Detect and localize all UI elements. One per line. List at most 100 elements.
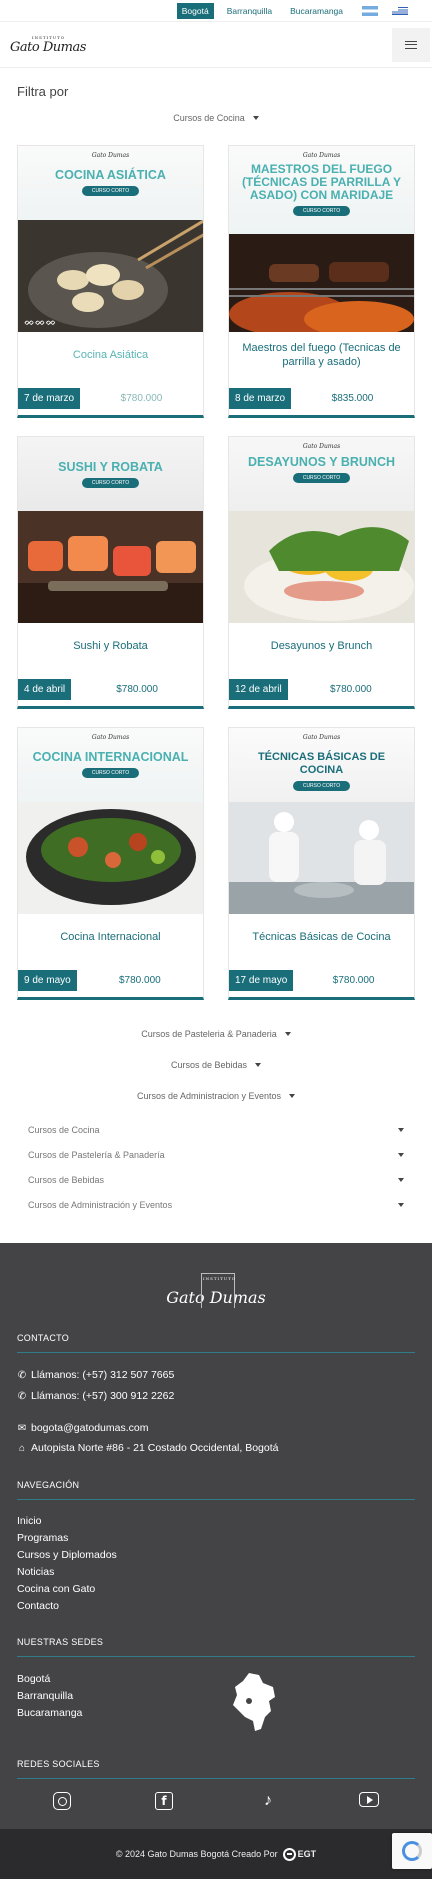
image-logo: Gato Dumas [91, 734, 130, 741]
course-card[interactable]: Gato Dumas DESAYUNOS Y BRUNCH CURSO CORT… [228, 436, 415, 709]
image-title: DESAYUNOS Y BRUNCH [247, 455, 396, 469]
social-heading: REDES SOCIALES [17, 1759, 415, 1779]
phone-text: Llámanos: (+57) 312 507 7665 [31, 1369, 175, 1381]
dumplings-photo: ᨖᨖᨖ [18, 220, 203, 332]
course-image[interactable]: Gato Dumas COCINA INTERNACIONAL CURSO CO… [18, 728, 203, 914]
course-image[interactable]: Gato Dumas COCINA ASIÁTICA CURSO CORTO ᨖ… [18, 146, 203, 332]
course-name[interactable]: Sushi y Robata [18, 623, 203, 669]
course-name[interactable]: Desayunos y Brunch [229, 623, 414, 669]
agency-name: EGT [297, 1849, 317, 1859]
course-price: $780.000 [120, 393, 163, 404]
city-link-bucaramanga[interactable]: Bucaramanga [285, 3, 348, 19]
dropdown-administracion[interactable]: Cursos de Administracion y Eventos [0, 1080, 432, 1111]
bowl-photo [18, 802, 203, 914]
image-logo: Gato Dumas [302, 443, 341, 450]
address-text: Autopista Norte #86 - 21 Costado Occiden… [31, 1442, 279, 1454]
course-image[interactable]: Gato Dumas DESAYUNOS Y BRUNCH CURSO CORT… [229, 437, 414, 623]
caret-down-icon [289, 1093, 296, 1098]
city-link-bogota[interactable]: Bogotá [176, 2, 214, 19]
city-selector-bar: Bogotá Barranquilla Bucaramanga [0, 0, 432, 22]
filter-title: Filtra por [17, 84, 69, 99]
course-name[interactable]: Maestros del fuego (Tecnicas de parrilla… [229, 332, 414, 378]
nav-link-programas[interactable]: Programas [17, 1532, 68, 1544]
instagram-icon[interactable] [53, 1792, 71, 1810]
nav-link-contacto[interactable]: Contacto [17, 1600, 59, 1612]
uruguay-flag-icon[interactable] [392, 5, 408, 16]
argentina-flag-icon[interactable] [362, 5, 378, 16]
footer-logo[interactable]: INSTITUTO Gato Dumas [165, 1273, 267, 1308]
accordion-item-pasteleria[interactable]: Cursos de Pastelería & Panadería [28, 1142, 404, 1167]
sede-link-barranquilla[interactable]: Barranquilla [17, 1690, 73, 1702]
course-card[interactable]: Gato Dumas TÉCNICAS BÁSICAS DE COCINA CU… [228, 727, 415, 1000]
accordion-label: Cursos de Administración y Eventos [28, 1199, 173, 1210]
nav-link-cursos[interactable]: Cursos y Diplomados [17, 1549, 117, 1561]
image-pill: CURSO CORTO [292, 473, 351, 483]
course-name[interactable]: Cocina Asiática [18, 332, 203, 378]
course-image[interactable]: Gato Dumas TÉCNICAS BÁSICAS DE COCINA CU… [229, 728, 414, 914]
image-logo: Gato Dumas [302, 152, 341, 159]
email-link[interactable]: ✉ bogota@gatodumas.com [17, 1422, 149, 1434]
caret-down-icon [284, 1031, 291, 1036]
course-card[interactable]: SUSHI Y ROBATA CURSO CORTO Sushi y Robat… [17, 436, 204, 709]
nav-link-cocina-con-gato[interactable]: Cocina con Gato [17, 1583, 95, 1595]
sede-link-bucaramanga[interactable]: Bucaramanga [17, 1707, 82, 1719]
image-title: COCINA ASIÁTICA [55, 168, 166, 182]
dropdown-pasteleria[interactable]: Cursos de Pasteleria & Panaderia [0, 1018, 432, 1049]
category-dropdowns: Cursos de Pasteleria & Panaderia Cursos … [0, 1018, 432, 1111]
course-price: $780.000 [118, 975, 161, 986]
dropdown-label: Cursos de Administracion y Eventos [136, 1090, 282, 1101]
course-name[interactable]: Técnicas Básicas de Cocina [229, 914, 414, 960]
course-card[interactable]: Gato Dumas COCINA ASIÁTICA CURSO CORTO ᨖ… [17, 145, 204, 418]
envelope-icon: ✉ [17, 1422, 27, 1434]
caret-down-icon [398, 1177, 404, 1182]
course-grid: Gato Dumas COCINA ASIÁTICA CURSO CORTO ᨖ… [17, 145, 415, 1000]
recaptcha-badge[interactable] [392, 1833, 432, 1869]
recaptcha-icon [402, 1841, 422, 1861]
caret-down-icon [398, 1152, 404, 1157]
sushi-photo [18, 511, 203, 623]
course-image[interactable]: SUSHI Y ROBATA CURSO CORTO [18, 437, 203, 623]
image-logo: Gato Dumas [302, 734, 341, 741]
accordion-item-cocina[interactable]: Cursos de Cocina [28, 1117, 404, 1142]
image-title: TÉCNICAS BÁSICAS DE COCINA [257, 751, 386, 776]
course-card[interactable]: Gato Dumas COCINA INTERNACIONAL CURSO CO… [17, 727, 204, 1000]
sedes-heading: NUESTRAS SEDES [17, 1637, 415, 1657]
sede-link-bogota[interactable]: Bogotá [17, 1673, 50, 1685]
agency-link[interactable]: EGT [282, 1847, 317, 1861]
date-badge: 8 de marzo [229, 388, 292, 409]
egt-logo-icon [282, 1847, 296, 1861]
image-logo: Gato Dumas [91, 152, 130, 159]
date-badge: 4 de abril [18, 679, 72, 700]
caret-down-icon [398, 1127, 404, 1132]
image-pill: CURSO CORTO [292, 206, 351, 216]
chefs-photo [229, 802, 414, 914]
tiktok-icon[interactable]: ♪ [258, 1792, 278, 1810]
phone-link-2[interactable]: ✆ Llámanos: (+57) 300 912 2262 [17, 1390, 175, 1402]
nav-link-noticias[interactable]: Noticias [17, 1566, 54, 1578]
dropdown-label: Cursos de Cocina [173, 113, 245, 123]
city-link-barranquilla[interactable]: Barranquilla [222, 3, 277, 19]
course-price: $780.000 [332, 975, 375, 986]
phone-link-1[interactable]: ✆ Llámanos: (+57) 312 507 7665 [17, 1369, 175, 1381]
accordion-item-bebidas[interactable]: Cursos de Bebidas [28, 1167, 404, 1192]
facebook-icon[interactable]: f [155, 1792, 173, 1810]
dropdown-cursos-cocina[interactable]: Cursos de Cocina [0, 108, 432, 128]
course-card[interactable]: Gato Dumas MAESTROS DEL FUEGO (TÉCNICAS … [228, 145, 415, 418]
dropdown-bebidas[interactable]: Cursos de Bebidas [0, 1049, 432, 1080]
date-badge: 12 de abril [229, 679, 288, 700]
footer-logo-text: Gato Dumas [166, 1288, 266, 1307]
image-pill: CURSO CORTO [292, 781, 351, 791]
accordion-item-administracion[interactable]: Cursos de Administración y Eventos [28, 1192, 404, 1217]
youtube-icon[interactable] [359, 1792, 379, 1807]
accordion-label: Cursos de Pastelería & Panadería [28, 1149, 165, 1160]
home-icon: ⌂ [18, 1442, 26, 1454]
hamburger-menu-button[interactable] [392, 27, 430, 62]
nav-link-inicio[interactable]: Inicio [17, 1515, 42, 1527]
image-pill: CURSO CORTO [81, 478, 140, 488]
course-name[interactable]: Cocina Internacional [18, 914, 203, 960]
course-image[interactable]: Gato Dumas MAESTROS DEL FUEGO (TÉCNICAS … [229, 146, 414, 332]
course-price: $780.000 [329, 684, 372, 695]
site-logo[interactable]: INSTITUTO Gato Dumas [10, 35, 86, 55]
course-price: $835.000 [331, 393, 374, 404]
logo-text: Gato Dumas [10, 39, 86, 55]
